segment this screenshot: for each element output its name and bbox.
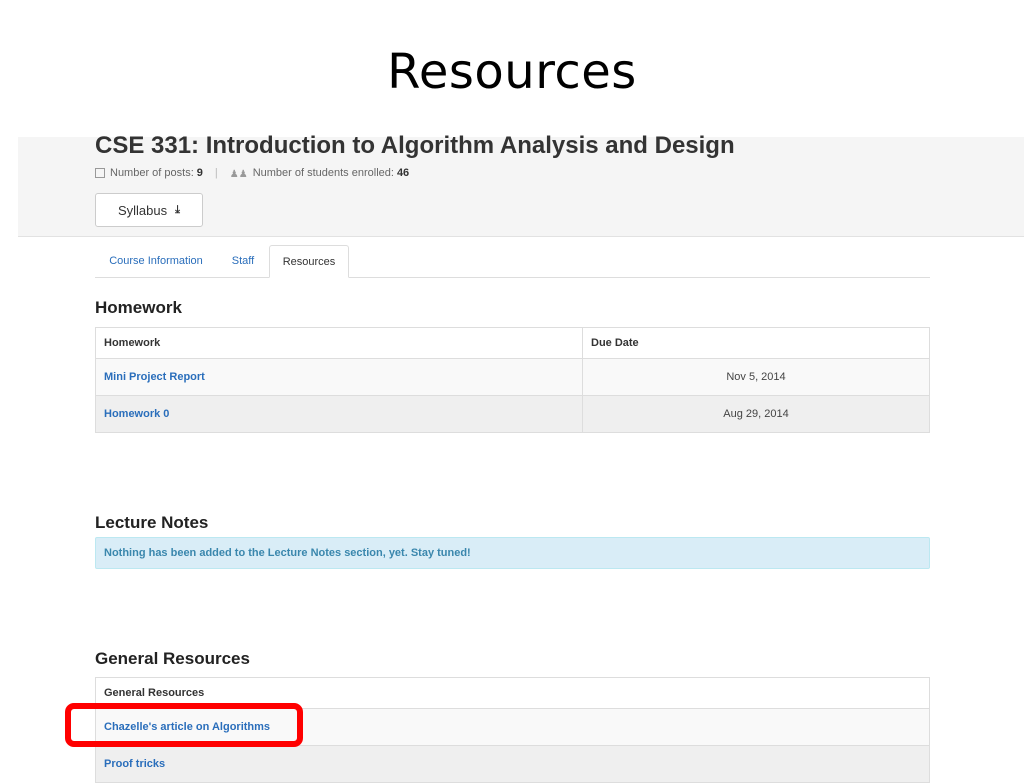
- course-header: CSE 331: Introduction to Algorithm Analy…: [18, 132, 1024, 237]
- posts-count: 9: [196, 167, 203, 179]
- edit-icon: [95, 168, 105, 178]
- download-icon: ⤓: [175, 203, 180, 216]
- table-header-row: Homework Due Date: [95, 327, 930, 359]
- tab-resources[interactable]: Resources: [269, 245, 349, 278]
- due-date-cell: Aug 29, 2014: [582, 395, 930, 433]
- course-stats: Number of posts: 9 | ♟♟ Number of studen…: [95, 167, 410, 180]
- users-icon: ♟♟: [229, 168, 248, 180]
- table-row: Chazelle's article on Algorithms: [95, 708, 930, 746]
- homework-table: Homework Due Date Mini Project Report No…: [95, 327, 930, 433]
- lecture-notes-heading: Lecture Notes: [95, 513, 209, 532]
- tab-staff[interactable]: Staff: [217, 245, 269, 277]
- tab-course-information[interactable]: Course Information: [95, 245, 217, 277]
- resource-cell: Chazelle's article on Algorithms: [95, 708, 930, 746]
- course-title: CSE 331: Introduction to Algorithm Analy…: [95, 132, 735, 159]
- stats-divider: |: [214, 167, 218, 179]
- posts-label: Number of posts:: [110, 167, 194, 179]
- students-label: Number of students enrolled:: [252, 167, 394, 179]
- homework-link[interactable]: Mini Project Report: [104, 371, 205, 383]
- resource-cell: Proof tricks: [95, 745, 930, 783]
- resource-link[interactable]: Proof tricks: [104, 758, 165, 770]
- homework-link[interactable]: Homework 0: [104, 408, 169, 420]
- table-row: Proof tricks: [95, 745, 930, 783]
- column-header-general-resources: General Resources: [95, 677, 930, 709]
- slide-title: Resources: [387, 44, 637, 100]
- homework-heading: Homework: [95, 298, 182, 317]
- homework-cell: Homework 0: [95, 395, 583, 433]
- lecture-notes-info-alert: Nothing has been added to the Lecture No…: [95, 537, 930, 569]
- table-row: Mini Project Report Nov 5, 2014: [95, 358, 930, 396]
- resource-link[interactable]: Chazelle's article on Algorithms: [104, 721, 270, 733]
- general-resources-heading: General Resources: [95, 649, 250, 668]
- column-header-due-date: Due Date: [582, 327, 930, 359]
- general-resources-table: General Resources Chazelle's article on …: [95, 677, 930, 783]
- table-header-row: General Resources: [95, 677, 930, 709]
- due-date-cell: Nov 5, 2014: [582, 358, 930, 396]
- table-row: Homework 0 Aug 29, 2014: [95, 395, 930, 433]
- homework-cell: Mini Project Report: [95, 358, 583, 396]
- syllabus-label: Syllabus: [117, 202, 168, 218]
- course-tabs: Course Information Staff Resources: [95, 245, 930, 278]
- column-header-homework: Homework: [95, 327, 583, 359]
- syllabus-button[interactable]: Syllabus ⤓: [95, 193, 203, 227]
- students-count: 46: [396, 167, 410, 179]
